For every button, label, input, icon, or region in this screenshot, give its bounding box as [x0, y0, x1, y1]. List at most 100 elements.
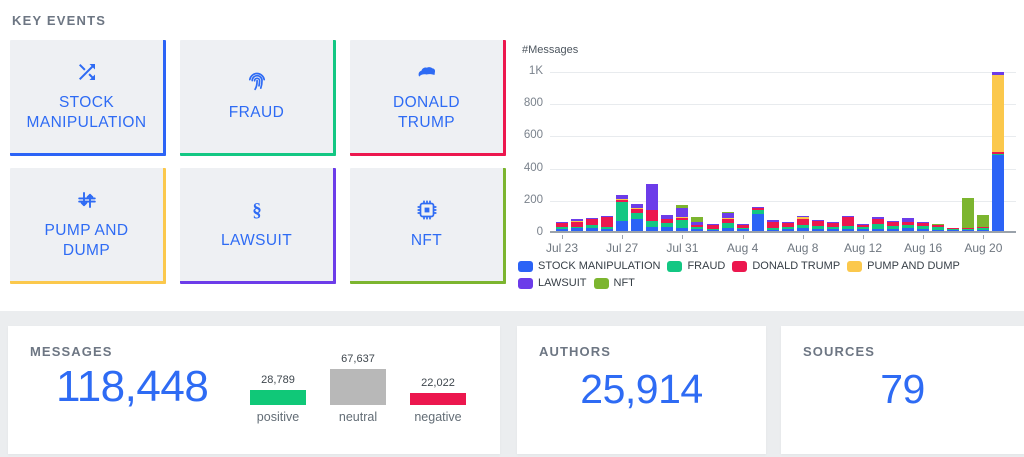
legend-swatch — [847, 261, 862, 272]
event-card-label: STOCK MANIPULATION — [23, 93, 150, 134]
x-axis-label: Jul 31 — [656, 241, 708, 255]
legend-item-donald-trump[interactable]: DONALD TRUMP — [732, 260, 840, 272]
legend-item-stock-manipulation[interactable]: STOCK MANIPULATION — [518, 260, 660, 272]
bar-segment — [902, 225, 914, 228]
hair-icon — [415, 60, 439, 84]
legend-swatch — [667, 261, 682, 272]
bar-segment — [646, 221, 658, 226]
sentiment-bar-neutral[interactable] — [330, 369, 386, 405]
x-axis-label: Aug 4 — [717, 241, 769, 255]
bar-segment — [977, 215, 989, 227]
bar-segment — [737, 224, 749, 225]
sentiment-col-negative: 22,022negative — [410, 350, 466, 424]
x-axis-tick — [682, 235, 683, 239]
bar-segment — [752, 214, 764, 231]
bar-segment — [661, 223, 673, 228]
bar-segment — [782, 227, 794, 229]
bar-segment — [767, 222, 779, 228]
bar-segment — [797, 219, 809, 225]
bar-segment — [977, 227, 989, 228]
legend-item-fraud[interactable]: FRAUD — [667, 260, 725, 272]
y-axis-label: 200 — [512, 194, 543, 206]
bar-segment — [842, 217, 854, 226]
legend-swatch — [732, 261, 747, 272]
bar-segment — [737, 228, 749, 229]
bar-segment — [691, 222, 703, 224]
bar-segment — [992, 75, 1004, 152]
bar-segment — [691, 229, 703, 231]
event-card-nft[interactable]: NFT — [350, 168, 506, 284]
bar-segment — [586, 225, 598, 228]
event-card-label: PUMP AND DUMP — [23, 221, 150, 262]
bar-segment — [661, 219, 673, 223]
bar-segment — [857, 225, 869, 228]
bar-segment — [827, 229, 839, 231]
bar-segment — [932, 225, 944, 227]
bar-segment — [812, 220, 824, 221]
bar-segment — [571, 222, 583, 227]
x-axis-tick — [622, 235, 623, 239]
legend-label: PUMP AND DUMP — [867, 260, 960, 272]
authors-card: AUTHORS 25,914 — [517, 326, 766, 454]
bar-segment — [827, 223, 839, 227]
bar-segment — [797, 216, 809, 217]
x-axis-tick — [562, 235, 563, 239]
x-axis-label: Aug 8 — [777, 241, 829, 255]
pump-dump-icon — [75, 188, 99, 212]
sources-value: 79 — [781, 366, 1024, 413]
bar-segment — [646, 184, 658, 210]
bar-segment — [752, 208, 764, 210]
legend-swatch — [518, 278, 533, 289]
x-axis-label: Aug 16 — [897, 241, 949, 255]
bar-segment — [902, 228, 914, 231]
x-axis-tick — [983, 235, 984, 239]
messages-card: MESSAGES 118,448 28,789positive67,637neu… — [8, 326, 500, 454]
event-card-label: LAWSUIT — [221, 231, 292, 251]
sentiment-value: 28,789 — [250, 374, 306, 386]
sentiment-bar-positive[interactable] — [250, 390, 306, 405]
bar-segment — [707, 224, 719, 225]
section-sign-icon: § — [245, 198, 269, 222]
sentiment-bar-negative[interactable] — [410, 393, 466, 405]
event-card-stock-manipulation[interactable]: STOCK MANIPULATION — [10, 40, 166, 156]
event-card-lawsuit[interactable]: § LAWSUIT — [180, 168, 336, 284]
bar-segment — [571, 219, 583, 221]
x-axis-tick — [743, 235, 744, 239]
legend-item-lawsuit[interactable]: LAWSUIT — [518, 277, 587, 289]
y-axis-label: 0 — [512, 226, 543, 238]
bar-segment — [601, 217, 613, 227]
bar-segment — [616, 221, 628, 231]
event-card-pump-and-dump[interactable]: PUMP AND DUMP — [10, 168, 166, 284]
stats-strip: MESSAGES 118,448 28,789positive67,637neu… — [0, 311, 1024, 457]
bar-segment — [887, 229, 899, 231]
bar-segment — [842, 216, 854, 217]
messages-value: 118,448 — [56, 362, 208, 412]
sources-title: SOURCES — [803, 344, 875, 359]
sentiment-value: 67,637 — [330, 353, 386, 365]
bar-segment — [616, 200, 628, 202]
bar-segment — [962, 198, 974, 228]
svg-text:§: § — [252, 200, 262, 221]
legend-label: FRAUD — [687, 260, 725, 272]
bar-segment — [782, 229, 794, 231]
bar-segment — [676, 205, 688, 208]
bar-segment — [676, 220, 688, 228]
bar-segment — [691, 217, 703, 222]
bar-segment — [767, 220, 779, 221]
bar-segment — [902, 218, 914, 222]
sentiment-value: 22,022 — [410, 377, 466, 389]
messages-chart: #Messages STOCK MANIPULATIONFRAUDDONALD … — [512, 36, 1024, 306]
event-card-fraud[interactable]: FRAUD — [180, 40, 336, 156]
event-card-label: FRAUD — [229, 103, 284, 123]
bar-segment — [932, 230, 944, 231]
bar-segment — [872, 219, 884, 224]
bar-segment — [857, 224, 869, 225]
legend-item-pump-and-dump[interactable]: PUMP AND DUMP — [847, 260, 960, 272]
bar-segment — [947, 229, 959, 230]
event-card-donald-trump[interactable]: DONALD TRUMP — [350, 40, 506, 156]
x-axis-label: Aug 12 — [837, 241, 889, 255]
legend-item-nft[interactable]: NFT — [594, 277, 635, 289]
bar-segment — [631, 208, 643, 209]
x-axis-label: Jul 23 — [536, 241, 588, 255]
bar-segment — [616, 199, 628, 200]
